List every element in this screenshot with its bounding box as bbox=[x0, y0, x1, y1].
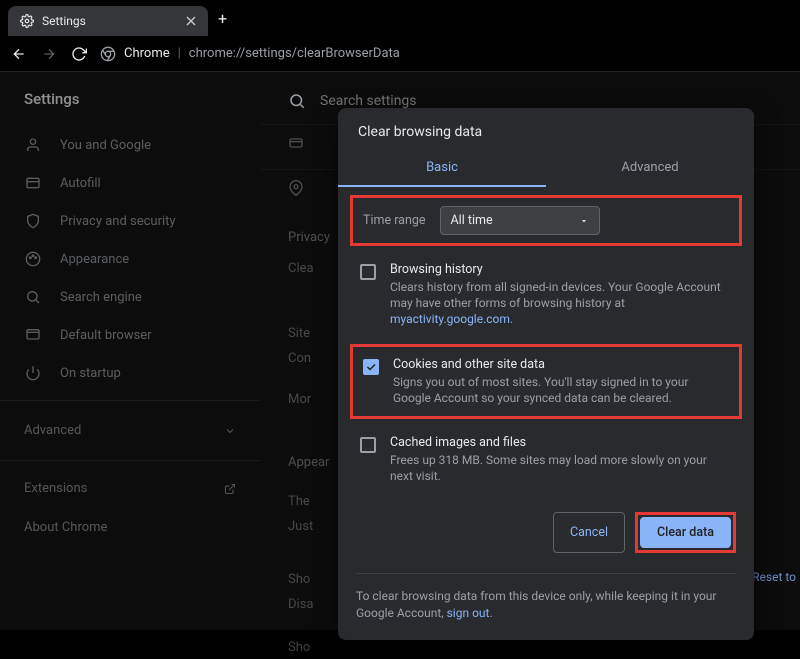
tab-title: Settings bbox=[42, 14, 86, 28]
sidebar-item-you-and-google[interactable]: You and Google bbox=[0, 126, 260, 164]
cancel-button[interactable]: Cancel bbox=[553, 512, 625, 553]
external-link-icon bbox=[224, 483, 236, 495]
browser-toolbar: Chrome | chrome://settings/clearBrowserD… bbox=[0, 36, 800, 72]
sidebar-extensions[interactable]: Extensions bbox=[0, 469, 260, 508]
sidebar-about[interactable]: About Chrome bbox=[0, 508, 260, 547]
url-path: chrome://settings/clearBrowserData bbox=[189, 46, 400, 61]
clear-browsing-data-dialog: Clear browsing data Basic Advanced Time … bbox=[338, 108, 754, 640]
clear-data-button[interactable]: Clear data bbox=[640, 517, 731, 548]
highlight-clear-data: Clear data bbox=[635, 512, 736, 553]
option-cached: Cached images and files Frees up 318 MB.… bbox=[350, 425, 742, 494]
search-input[interactable] bbox=[320, 93, 580, 109]
checkbox-cached[interactable] bbox=[360, 437, 376, 453]
sidebar-item-autofill[interactable]: Autofill bbox=[0, 164, 260, 202]
highlight-time-range: Time range All time bbox=[350, 195, 742, 246]
chrome-icon bbox=[100, 46, 116, 62]
browser-icon bbox=[24, 326, 42, 344]
sidebar-item-default-browser[interactable]: Default browser bbox=[0, 316, 260, 354]
option-browsing-history: Browsing history Clears history from all… bbox=[350, 252, 742, 338]
sign-out-link[interactable]: sign out bbox=[447, 606, 490, 620]
sidebar-item-privacy[interactable]: Privacy and security bbox=[0, 202, 260, 240]
card-icon bbox=[288, 135, 304, 151]
myactivity-link[interactable]: myactivity.google.com bbox=[390, 312, 510, 326]
option-cookies: Cookies and other site data Signs you ou… bbox=[353, 347, 739, 416]
highlight-cookies: Cookies and other site data Signs you ou… bbox=[350, 344, 742, 419]
tab-strip: Settings + bbox=[0, 0, 800, 36]
power-icon bbox=[24, 364, 42, 382]
search-icon bbox=[288, 92, 306, 110]
sidebar-item-on-startup[interactable]: On startup bbox=[0, 354, 260, 392]
dialog-title: Clear browsing data bbox=[338, 108, 754, 150]
gear-icon bbox=[20, 14, 34, 28]
checkbox-cookies[interactable] bbox=[363, 359, 379, 375]
address-bar[interactable]: Chrome | chrome://settings/clearBrowserD… bbox=[100, 46, 790, 62]
person-icon bbox=[24, 136, 42, 154]
time-range-label: Time range bbox=[363, 213, 426, 228]
search-icon bbox=[24, 288, 42, 306]
time-range-select[interactable]: All time bbox=[440, 206, 600, 235]
chevron-down-icon bbox=[579, 216, 589, 226]
tab-basic[interactable]: Basic bbox=[338, 150, 546, 187]
palette-icon bbox=[24, 250, 42, 268]
tab-advanced[interactable]: Advanced bbox=[546, 150, 754, 187]
new-tab-button[interactable]: + bbox=[208, 1, 237, 36]
checkbox-browsing-history[interactable] bbox=[360, 264, 376, 280]
reload-button[interactable] bbox=[70, 45, 88, 63]
forward-button[interactable] bbox=[40, 45, 58, 63]
dialog-footer: To clear browsing data from this device … bbox=[356, 573, 736, 622]
sidebar-item-appearance[interactable]: Appearance bbox=[0, 240, 260, 278]
chevron-down-icon bbox=[224, 425, 236, 437]
sidebar-item-search-engine[interactable]: Search engine bbox=[0, 278, 260, 316]
autofill-icon bbox=[24, 174, 42, 192]
sidebar-advanced[interactable]: Advanced bbox=[0, 409, 260, 452]
location-icon bbox=[288, 180, 304, 196]
shield-icon bbox=[24, 212, 42, 230]
reset-link[interactable]: Reset to bbox=[752, 570, 796, 584]
close-icon[interactable] bbox=[186, 16, 196, 26]
settings-sidebar: Settings You and Google Autofill Privacy… bbox=[0, 72, 260, 630]
browser-tab[interactable]: Settings bbox=[8, 6, 208, 36]
dialog-tabs: Basic Advanced bbox=[338, 150, 754, 187]
url-prefix: Chrome bbox=[124, 46, 170, 61]
back-button[interactable] bbox=[10, 45, 28, 63]
page-title: Settings bbox=[0, 90, 260, 126]
